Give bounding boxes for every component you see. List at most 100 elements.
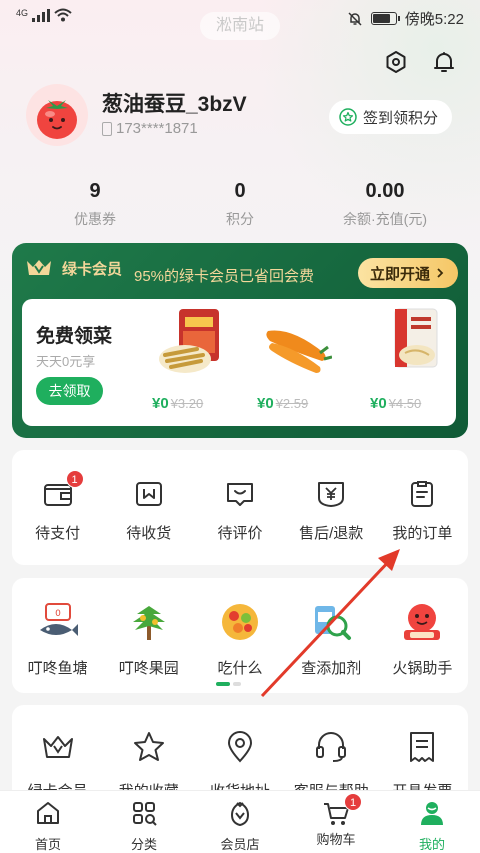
noodle-product-image: [394, 308, 438, 368]
product-card[interactable]: ¥0 ¥2.59: [247, 307, 347, 422]
invoice-icon: [410, 732, 435, 762]
notification-bell-icon[interactable]: [432, 50, 456, 74]
crown-icon: [42, 736, 73, 758]
stat-coupons[interactable]: 9 优惠券: [0, 180, 190, 229]
network-type: 4G: [16, 8, 29, 18]
status-right: 傍晚5:22: [347, 8, 464, 29]
star-badge-icon: [339, 108, 357, 126]
phone-icon: [102, 121, 112, 136]
hotpot-icon: [404, 604, 441, 640]
signal-icon: [32, 8, 51, 22]
green-card-title: 绿卡会员: [62, 260, 123, 278]
order-label: 待支付: [35, 525, 81, 542]
green-card-banner[interactable]: 绿卡会员 95%的绿卡会员已省回会费 立即开通 免费领菜 天天0元享 去领取 ¥…: [12, 243, 468, 438]
services-section: 0 叮咚鱼塘 叮咚果园 吃什么 查添加剂 火锅助手: [12, 578, 468, 693]
green-card-note: 95%的绿卡会员已省回会费: [134, 268, 315, 285]
box-icon: [135, 482, 162, 506]
stat-points[interactable]: 0 积分: [190, 180, 290, 229]
profile-icon: [421, 802, 443, 825]
service-fish-pond[interactable]: 0 叮咚鱼塘: [12, 600, 103, 693]
headset-icon: [316, 732, 347, 762]
free-subtitle: 天天0元享: [36, 354, 96, 369]
carrot-product-image: [266, 330, 332, 373]
cart-badge: 1: [344, 793, 362, 811]
product-card[interactable]: ¥0 ¥4.50: [360, 307, 460, 422]
service-what-to-eat[interactable]: 吃什么: [194, 600, 285, 693]
order-refund[interactable]: 售后/退款: [286, 478, 377, 565]
tab-profile[interactable]: 我的: [384, 791, 480, 853]
additive-check-icon: [315, 606, 352, 640]
fish-pond-icon: 0: [39, 603, 78, 636]
food-bowl-icon: [222, 604, 258, 640]
bottom-tab-bar: 首页 分类 会员店 1 购物车 我的: [0, 790, 480, 853]
stat-value: 0.00: [365, 180, 405, 202]
stat-balance[interactable]: 0.00 余额·充值(元): [290, 180, 480, 229]
order-pending-delivery[interactable]: 待收货: [103, 478, 194, 565]
order-label: 我的订单: [392, 525, 453, 542]
order-all[interactable]: 我的订单: [377, 478, 468, 565]
header-actions: [384, 50, 456, 74]
settings-icon[interactable]: [384, 50, 408, 74]
open-membership-button[interactable]: 立即开通: [357, 258, 458, 288]
station-pill: 淞南站: [200, 12, 280, 40]
stat-label: 优惠券: [74, 211, 116, 227]
service-orchard[interactable]: 叮咚果园: [103, 600, 194, 693]
claim-button[interactable]: 去领取: [36, 377, 103, 405]
phone-row: 173****1871: [102, 120, 198, 137]
category-icon: [133, 802, 157, 826]
refund-icon: [318, 482, 345, 507]
product-card[interactable]: ¥0 ¥3.20: [142, 307, 242, 422]
original-price: ¥2.59: [275, 396, 309, 411]
member-store-icon: [230, 801, 250, 827]
comment-icon: [227, 483, 253, 506]
tab-home[interactable]: 首页: [0, 791, 96, 853]
order-label: 待评价: [217, 525, 263, 542]
snack-product-image: [159, 309, 219, 373]
tab-category[interactable]: 分类: [96, 791, 192, 853]
free-title: 免费领菜: [36, 326, 113, 347]
status-bar: 4G 淞南站 傍晚5:22: [0, 0, 480, 40]
avatar[interactable]: [26, 84, 88, 146]
order-label: 待收货: [126, 525, 172, 542]
clock: 傍晚5:22: [404, 11, 464, 28]
clipboard-icon: [411, 481, 434, 507]
orchard-icon: [132, 606, 165, 640]
order-pending-review[interactable]: 待评价: [194, 478, 285, 565]
service-label: 叮咚鱼塘: [27, 660, 88, 677]
username[interactable]: 葱油蚕豆_3bzV: [102, 88, 247, 118]
service-label: 火锅助手: [392, 660, 453, 677]
battery-icon: [370, 12, 400, 25]
phone-number: 173****1871: [116, 120, 198, 137]
tab-label: 我的: [418, 837, 445, 852]
stat-value: 9: [89, 180, 101, 202]
product-price: ¥0 ¥3.20: [152, 395, 203, 412]
service-hotpot[interactable]: 火锅助手: [377, 600, 468, 693]
order-label: 售后/退款: [299, 525, 364, 542]
tab-cart[interactable]: 1 购物车: [288, 791, 384, 853]
service-additive-check[interactable]: 查添加剂: [286, 600, 377, 693]
product-price: ¥0 ¥4.50: [370, 395, 421, 412]
free-price: ¥0: [257, 395, 274, 412]
service-label: 叮咚果园: [118, 660, 179, 677]
free-price: ¥0: [152, 395, 169, 412]
wifi-icon: [54, 8, 72, 22]
service-label: 查添加剂: [301, 660, 362, 677]
order-pending-payment[interactable]: 1 待支付: [12, 470, 103, 565]
free-vegetables-panel: 免费领菜 天天0元享 去领取 ¥0 ¥3.20 ¥0 ¥2.59 ¥0 ¥4.5…: [22, 299, 456, 426]
stat-value: 0: [234, 180, 246, 202]
original-price: ¥4.50: [388, 396, 422, 411]
chevron-right-icon: [437, 268, 444, 278]
crown-icon: [27, 260, 51, 275]
tab-member-store[interactable]: 会员店: [192, 791, 288, 853]
tab-label: 会员店: [220, 837, 260, 852]
tab-label: 首页: [34, 837, 61, 852]
product-price: ¥0 ¥2.59: [257, 395, 308, 412]
star-icon: [133, 732, 164, 761]
page-indicator: [216, 682, 241, 686]
status-left: 4G: [16, 8, 72, 22]
green-card-brand: 绿卡会员: [24, 257, 122, 279]
stat-label: 积分: [226, 211, 254, 227]
order-badge: 1: [65, 470, 84, 488]
checkin-label: 签到领积分: [362, 109, 438, 127]
checkin-button[interactable]: 签到领积分: [328, 100, 452, 134]
